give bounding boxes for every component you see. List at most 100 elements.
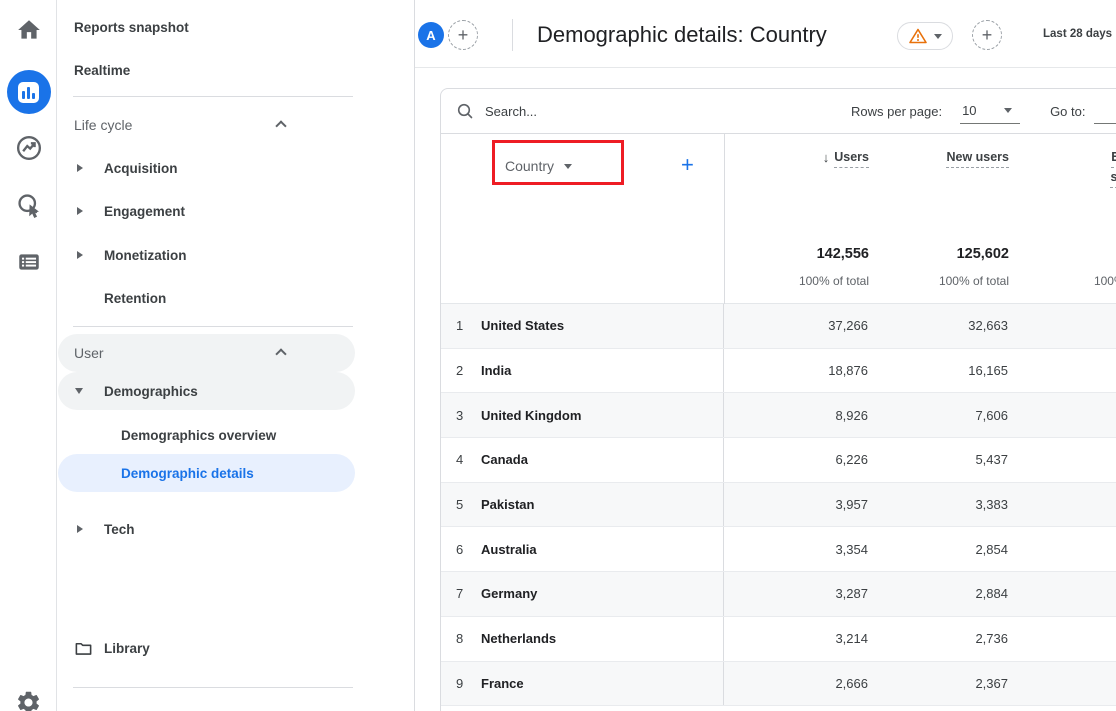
total-new-users-pct: 100% of total bbox=[869, 274, 1009, 288]
sidebar-section-life-cycle[interactable]: Life cycle bbox=[58, 106, 355, 144]
table-row: 9France 2,666 2,367 bbox=[441, 662, 1116, 707]
column-header-new-users[interactable]: New users bbox=[869, 150, 1009, 188]
rows-per-page-select[interactable]: 10 bbox=[960, 100, 1020, 124]
users-cell: 2,666 bbox=[724, 662, 869, 706]
total-engaged-sessions-pct: 100% of total bbox=[1009, 274, 1116, 288]
new-users-cell: 2,736 bbox=[869, 617, 1009, 661]
total-new-users: 125,602 bbox=[869, 246, 1009, 262]
row-rank: 8 bbox=[456, 631, 481, 646]
go-to-label: Go to: bbox=[1050, 104, 1085, 119]
caret-down-icon bbox=[934, 34, 942, 39]
share-insight-button[interactable]: + bbox=[972, 20, 1002, 50]
admin-list-icon[interactable] bbox=[0, 249, 57, 275]
sidebar-divider bbox=[73, 687, 353, 688]
users-cell: 3,214 bbox=[724, 617, 869, 661]
reports-active-chip bbox=[7, 70, 51, 114]
report-table-card: Rows per page: 10 Go to: Country + bbox=[440, 88, 1116, 711]
new-users-cell: 2,367 bbox=[869, 662, 1009, 706]
new-users-cell: 5,437 bbox=[869, 438, 1009, 482]
explore-icon[interactable] bbox=[0, 134, 57, 162]
sidebar-item-retention[interactable]: Retention bbox=[58, 279, 355, 317]
totals-values: 142,556 125,602 bbox=[441, 246, 1116, 262]
home-icon[interactable] bbox=[0, 17, 57, 43]
chevron-up-icon bbox=[275, 348, 286, 359]
users-cell: 37,266 bbox=[724, 304, 869, 348]
report-header: A + Demographic details: Country + Last … bbox=[415, 0, 1116, 68]
new-users-cell: 32,663 bbox=[869, 304, 1009, 348]
pagination-controls: Rows per page: 10 Go to: bbox=[851, 89, 1116, 134]
table-row: 2India 18,876 16,165 bbox=[441, 349, 1116, 394]
sidebar-item-engagement[interactable]: Engagement bbox=[58, 192, 355, 230]
chevron-up-icon bbox=[275, 120, 286, 131]
new-users-cell: 16,165 bbox=[869, 349, 1009, 393]
page-title: Demographic details: Country bbox=[537, 22, 827, 48]
sidebar-item-demographic-details[interactable]: Demographic details bbox=[58, 454, 355, 492]
total-engaged-sessions bbox=[1009, 246, 1116, 262]
users-cell: 8,926 bbox=[724, 393, 869, 437]
sort-descending-icon: ↓ bbox=[823, 150, 830, 165]
triangle-right-icon bbox=[77, 207, 83, 215]
table-row: 5Pakistan 3,957 3,383 bbox=[441, 483, 1116, 528]
row-rank: 7 bbox=[456, 586, 481, 601]
sidebar-divider bbox=[73, 96, 353, 97]
sidebar-item-reports-snapshot[interactable]: Reports snapshot bbox=[58, 8, 355, 46]
column-header-engaged-sessions[interactable]: Engaged sessions bbox=[1009, 150, 1116, 188]
search-input[interactable] bbox=[485, 104, 705, 119]
reports-sidebar: Reports snapshot Realtime Life cycle Acq… bbox=[57, 0, 415, 711]
row-rank: 3 bbox=[456, 408, 481, 423]
rows-per-page-value: 10 bbox=[962, 103, 976, 118]
go-to-page-input[interactable] bbox=[1094, 100, 1116, 124]
sidebar-item-tech[interactable]: Tech bbox=[58, 510, 355, 548]
totals-percentages: 100% of total 100% of total 100% of tota… bbox=[441, 274, 1116, 288]
data-quality-button[interactable] bbox=[897, 22, 953, 50]
advertising-icon[interactable] bbox=[0, 191, 57, 219]
table-header: Country + ↓ Users New users Engaged sess… bbox=[441, 134, 1116, 304]
users-cell: 18,876 bbox=[724, 349, 869, 393]
total-users: 142,556 bbox=[724, 246, 869, 262]
header-divider bbox=[512, 19, 513, 51]
sidebar-item-demographics-overview[interactable]: Demographics overview bbox=[58, 416, 355, 454]
plus-icon: + bbox=[982, 25, 993, 46]
metric-headers: ↓ Users New users Engaged sessions bbox=[441, 150, 1116, 188]
table-row: 1United States 37,266 32,663 bbox=[441, 304, 1116, 349]
triangle-down-icon bbox=[75, 388, 83, 394]
folder-icon bbox=[74, 639, 93, 658]
sidebar-item-library[interactable]: Library bbox=[58, 629, 355, 667]
settings-gear-icon[interactable] bbox=[0, 689, 57, 711]
users-cell: 6,226 bbox=[724, 438, 869, 482]
bar-chart-icon bbox=[18, 82, 39, 103]
nav-rail bbox=[0, 0, 57, 711]
sidebar-item-realtime[interactable]: Realtime bbox=[58, 51, 355, 89]
new-users-cell: 7,606 bbox=[869, 393, 1009, 437]
sidebar-item-acquisition[interactable]: Acquisition bbox=[58, 149, 355, 187]
total-users-pct: 100% of total bbox=[724, 274, 869, 288]
new-users-cell: 2,884 bbox=[869, 572, 1009, 616]
table-toolbar: Rows per page: 10 Go to: bbox=[441, 89, 1116, 134]
country-cell: Germany bbox=[481, 586, 537, 601]
row-rank: 9 bbox=[456, 676, 481, 691]
country-cell: France bbox=[481, 676, 524, 691]
main-content: A + Demographic details: Country + Last … bbox=[415, 0, 1116, 711]
reports-icon[interactable] bbox=[0, 70, 57, 114]
row-rank: 6 bbox=[456, 542, 481, 557]
table-row: 8Netherlands 3,214 2,736 bbox=[441, 617, 1116, 662]
country-cell: Netherlands bbox=[481, 631, 556, 646]
sidebar-section-user[interactable]: User bbox=[58, 334, 355, 372]
sidebar-item-demographics[interactable]: Demographics bbox=[58, 372, 355, 410]
comparison-avatar-chip[interactable]: A bbox=[418, 22, 444, 48]
column-header-users[interactable]: ↓ Users bbox=[724, 150, 869, 188]
sidebar-item-monetization[interactable]: Monetization bbox=[58, 236, 355, 274]
country-cell: Australia bbox=[481, 542, 537, 557]
new-users-cell: 2,854 bbox=[869, 527, 1009, 571]
row-rank: 1 bbox=[456, 318, 481, 333]
date-range-selector[interactable]: Last 28 days bbox=[1043, 28, 1112, 40]
table-row: 4Canada 6,226 5,437 bbox=[441, 438, 1116, 483]
users-cell: 3,354 bbox=[724, 527, 869, 571]
country-cell: Canada bbox=[481, 452, 528, 467]
country-cell: India bbox=[481, 363, 511, 378]
rows-per-page-label: Rows per page: bbox=[851, 104, 942, 119]
row-rank: 4 bbox=[456, 452, 481, 467]
table-row: 3United Kingdom 8,926 7,606 bbox=[441, 393, 1116, 438]
new-users-cell: 3,383 bbox=[869, 483, 1009, 527]
add-comparison-button[interactable]: + bbox=[448, 20, 478, 50]
